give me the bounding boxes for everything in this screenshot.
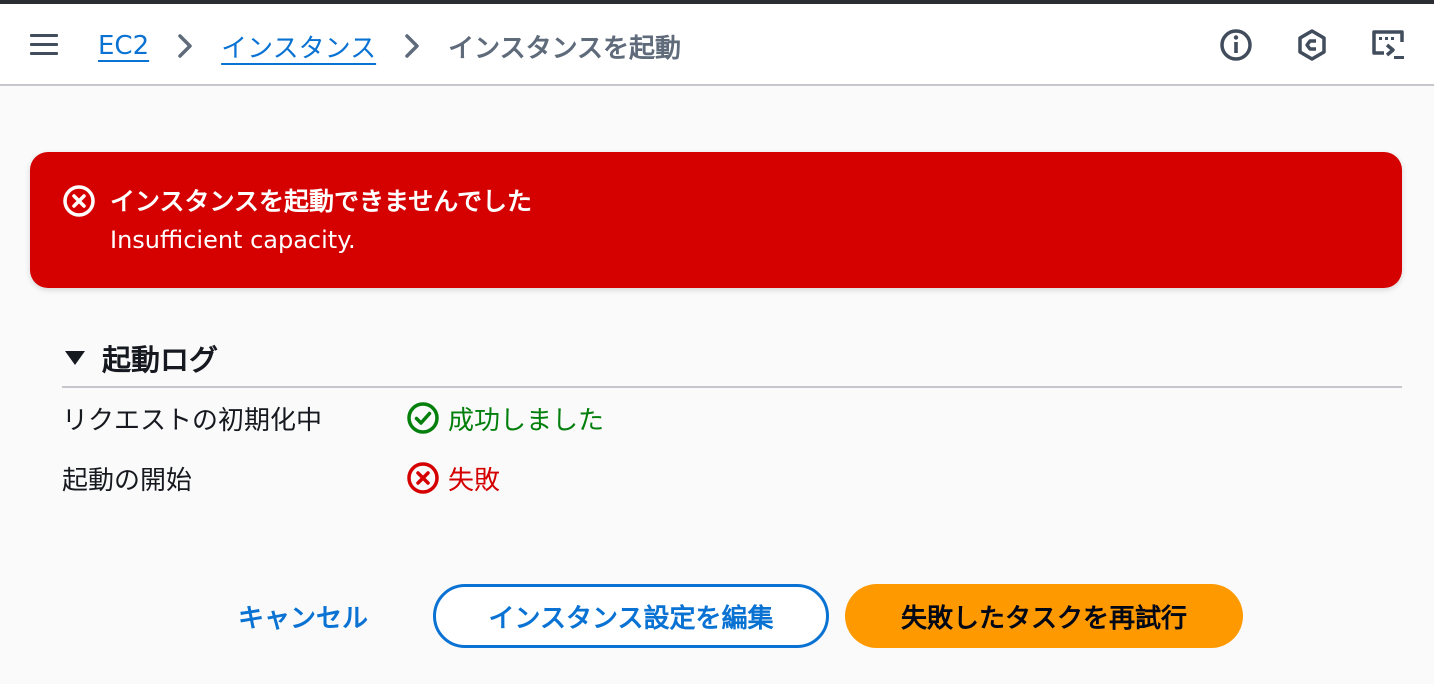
retry-failed-tasks-button[interactable]: 失敗したタスクを再試行 [845, 584, 1243, 648]
alert-title: インスタンスを起動できませんでした [110, 187, 533, 216]
status-text: 失敗 [448, 465, 501, 496]
status-text: 成功しました [448, 405, 605, 436]
check-circle-icon [407, 402, 439, 434]
breadcrumb-ec2[interactable]: EC2 [98, 31, 149, 61]
error-circle-icon [63, 185, 95, 217]
log-row-label: 起動の開始 [62, 465, 193, 496]
error-alert: インスタンスを起動できませんでした Insufficient capacity. [30, 152, 1402, 288]
edit-instance-settings-button[interactable]: インスタンス設定を編集 [433, 584, 829, 648]
log-row-label: リクエストの初期化中 [62, 405, 323, 436]
menu-icon[interactable] [28, 31, 60, 59]
info-icon[interactable] [1218, 27, 1254, 63]
cloudshell-icon[interactable] [1294, 27, 1330, 63]
status-indicator: 失敗 [406, 460, 500, 497]
status-indicator: 成功しました [406, 400, 604, 437]
error-circle-icon [407, 462, 439, 494]
caret-down-icon [65, 351, 85, 365]
breadcrumb-current: インスタンスを起動 [448, 33, 682, 64]
launch-log-title: 起動ログ [102, 343, 219, 377]
alert-message: Insufficient capacity. [110, 226, 356, 254]
action-buttons: キャンセル インスタンス設定を編集 失敗したタスクを再試行 [0, 584, 1434, 648]
launch-log-toggle[interactable]: 起動ログ [62, 336, 1402, 388]
top-navigation: EC2 インスタンス インスタンスを起動 [0, 4, 1434, 86]
log-row: 起動の開始 失敗 [62, 448, 1402, 508]
launch-log-section: 起動ログ リクエストの初期化中 成功しました 起動の開始 失敗 [62, 336, 1402, 508]
chevron-right-icon [165, 31, 205, 61]
breadcrumb: EC2 インスタンス インスタンスを起動 [98, 26, 681, 66]
chevron-right-icon [392, 31, 432, 61]
log-row: リクエストの初期化中 成功しました [62, 388, 1402, 448]
breadcrumb-instances[interactable]: インスタンス [221, 28, 376, 65]
console-to-code-icon[interactable] [1370, 27, 1406, 63]
cancel-button[interactable]: キャンセル [218, 584, 388, 648]
